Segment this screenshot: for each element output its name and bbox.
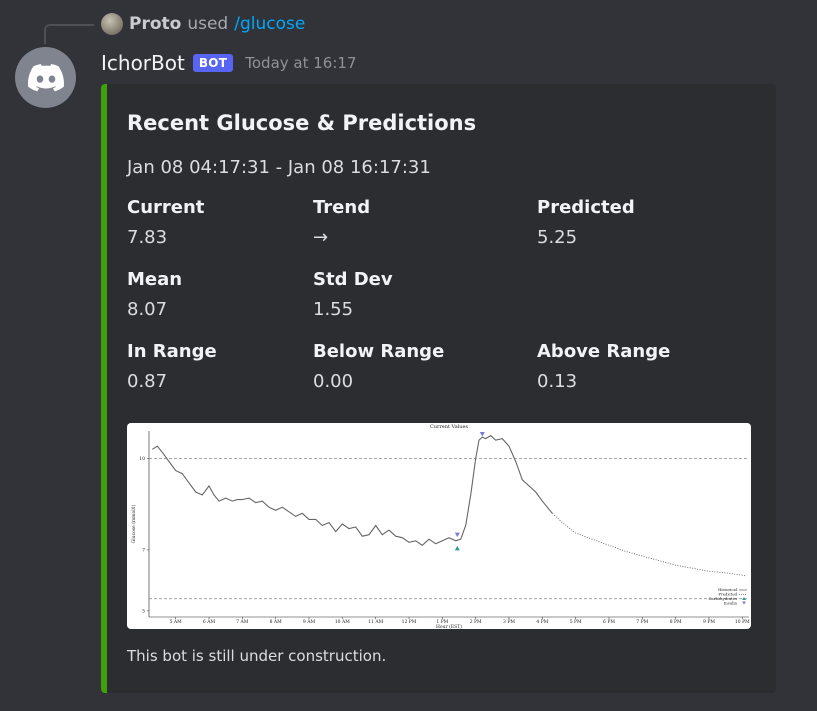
field-predicted-value: 5.25: [537, 227, 578, 248]
carbohydrate-marker: [454, 545, 460, 551]
x-tick-label: 11 AM: [368, 619, 383, 625]
bot-username[interactable]: IchorBot: [101, 51, 185, 75]
field-below-range: Below Range 0.00: [313, 341, 444, 392]
embed-title: Recent Glucose & Predictions: [127, 111, 477, 135]
reply-context[interactable]: Proto used /glucose: [101, 12, 305, 36]
reply-user-avatar[interactable]: [101, 13, 123, 35]
x-tick-label: 1 PM: [436, 619, 448, 625]
insulin-marker: [479, 432, 485, 437]
field-mean: Mean 8.07: [127, 269, 182, 320]
insulin-marker: [454, 532, 460, 538]
field-current: Current 7.83: [127, 197, 204, 248]
glucose-chart-image[interactable]: Current Values Hour (EST) Glucose (mmol/l)…: [127, 423, 751, 629]
bot-avatar[interactable]: [15, 47, 76, 108]
chart-title: Current Values: [430, 424, 469, 430]
legend-insulin-swatch: [742, 601, 746, 605]
x-tick-label: 10 PM: [735, 619, 750, 625]
reply-command[interactable]: /glucose: [234, 14, 305, 34]
field-mean-value: 8.07: [127, 299, 168, 320]
embed-footer: This bot is still under construction.: [127, 647, 387, 665]
y-tick-label: 7: [142, 547, 145, 553]
x-tick-label: 12 PM: [402, 619, 417, 625]
field-mean-name: Mean: [127, 269, 183, 290]
field-above-range-name: Above Range: [537, 341, 671, 362]
legend-label: Insulin: [724, 601, 738, 606]
field-trend: Trend →: [313, 197, 370, 248]
x-tick-label: 9 PM: [703, 619, 715, 625]
x-tick-label: 2 PM: [470, 619, 482, 625]
discord-logo-icon: [27, 63, 64, 91]
field-current-name: Current: [127, 197, 205, 218]
field-in-range-value: 0.87: [127, 371, 168, 392]
predicted-series-line: [551, 512, 746, 577]
field-std-dev-value: 1.55: [313, 299, 354, 320]
field-predicted: Predicted 5.25: [537, 197, 635, 248]
x-tick-label: 10 AM: [335, 619, 350, 625]
x-tick-label: 3 PM: [503, 619, 515, 625]
reply-username[interactable]: Proto: [129, 14, 181, 34]
y-tick-label: 5: [142, 608, 145, 614]
field-trend-name: Trend: [313, 197, 371, 218]
x-tick-label: 6 AM: [203, 619, 216, 625]
message-timestamp[interactable]: Today at 16:17: [245, 54, 356, 72]
x-tick-label: 4 PM: [536, 619, 548, 625]
glucose-embed: Recent Glucose & Predictions Jan 08 04:1…: [101, 84, 776, 693]
x-tick-label: 6 PM: [603, 619, 615, 625]
field-above-range: Above Range 0.13: [537, 341, 670, 392]
reply-used-text: used: [187, 14, 229, 34]
x-tick-label: 7 AM: [236, 619, 249, 625]
field-current-value: 7.83: [127, 227, 168, 248]
field-std-dev-name: Std Dev: [313, 269, 393, 290]
field-std-dev: Std Dev 1.55: [313, 269, 393, 320]
reply-connector: [44, 24, 94, 44]
glucose-chart: Current ValuesHour (EST)Glucose (mmol/l)…: [130, 424, 750, 629]
field-below-range-name: Below Range: [313, 341, 445, 362]
field-trend-value: →: [313, 227, 329, 248]
y-tick-label: 10: [139, 456, 145, 462]
historical-series-line: [152, 434, 553, 546]
message-header: IchorBot BOT Today at 16:17: [101, 49, 356, 77]
x-tick-label: 8 AM: [270, 619, 283, 625]
x-tick-label: 9 AM: [303, 619, 316, 625]
x-tick-label: 8 PM: [670, 619, 682, 625]
field-below-range-value: 0.00: [313, 371, 354, 392]
field-in-range: In Range 0.87: [127, 341, 217, 392]
bot-badge: BOT: [192, 54, 234, 72]
field-above-range-value: 0.13: [537, 371, 578, 392]
x-tick-label: 5 PM: [570, 619, 582, 625]
field-in-range-name: In Range: [127, 341, 217, 362]
field-predicted-name: Predicted: [537, 197, 635, 218]
y-axis-label: Glucose (mmol/l): [130, 504, 137, 543]
x-tick-label: 5 AM: [170, 619, 183, 625]
embed-date-range: Jan 08 04:17:31 - Jan 08 16:17:31: [127, 157, 431, 178]
x-tick-label: 7 PM: [636, 619, 648, 625]
